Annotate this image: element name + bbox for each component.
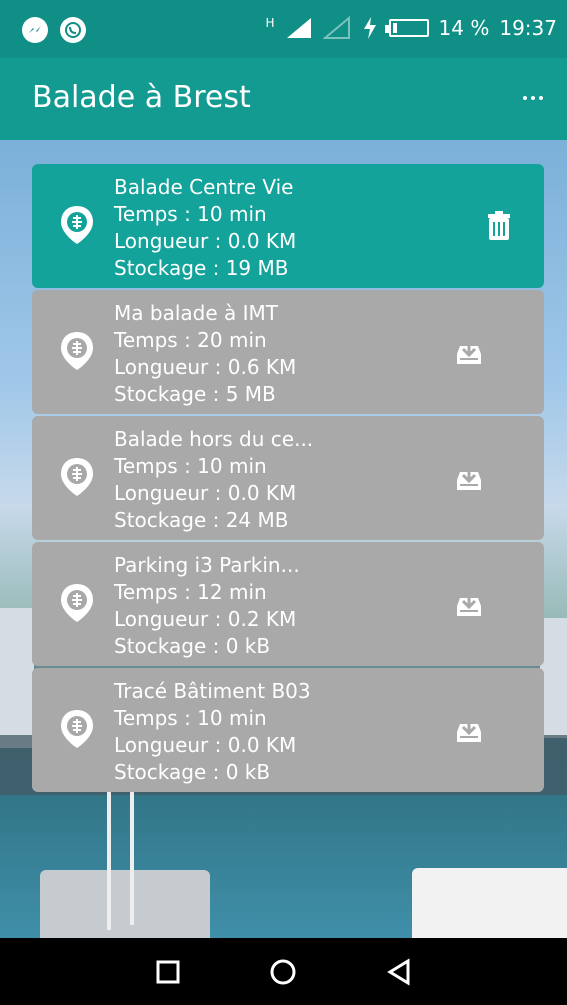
walk-card[interactable]: Tracé Bâtiment B03 Temps : 10 min Longue… <box>32 668 544 792</box>
signal-icon <box>286 18 311 38</box>
download-icon[interactable] <box>452 587 486 621</box>
trash-icon[interactable] <box>482 209 516 243</box>
notification-icons <box>22 17 86 43</box>
walk-info: Balade Centre Vie Temps : 10 min Longueu… <box>114 174 296 282</box>
walk-info: Parking i3 Parkin... Temps : 12 min Long… <box>114 552 300 660</box>
map-pin-icon <box>61 458 93 496</box>
messenger-icon <box>22 17 48 43</box>
map-pin-icon <box>61 710 93 748</box>
home-button[interactable] <box>261 950 305 994</box>
recent-apps-button[interactable] <box>146 950 190 994</box>
walk-length: Longueur : 0.2 KM <box>114 607 297 631</box>
walk-info: Tracé Bâtiment B03 Temps : 10 min Longue… <box>114 678 311 786</box>
menu-dot <box>523 96 527 100</box>
network-type-label: H <box>265 16 275 30</box>
menu-dot <box>539 96 543 100</box>
signal-empty-icon <box>322 16 350 39</box>
status-bar: H 14 % 19:37 <box>0 0 567 58</box>
walk-storage: Stockage : 24 MB <box>114 508 289 532</box>
triangle-back-icon <box>387 957 410 986</box>
map-pin-icon <box>61 206 93 244</box>
walk-name: Ma balade à IMT <box>114 301 278 325</box>
walk-duration: Temps : 12 min <box>114 580 267 604</box>
background-building <box>540 618 567 738</box>
walk-length: Longueur : 0.0 KM <box>114 733 297 757</box>
back-button[interactable] <box>377 950 421 994</box>
download-icon[interactable] <box>452 713 486 747</box>
background-photo: Balade Centre Vie Temps : 10 min Longueu… <box>0 140 567 938</box>
walk-storage: Stockage : 0 kB <box>114 760 271 784</box>
walk-storage: Stockage : 5 MB <box>114 382 276 406</box>
background-building <box>0 608 34 748</box>
system-nav-bar <box>0 938 567 1005</box>
battery-percent: 14 % <box>438 16 490 40</box>
walk-storage: Stockage : 0 kB <box>114 634 271 658</box>
page-title: Balade à Brest <box>32 80 251 115</box>
overflow-menu-button[interactable] <box>519 86 547 110</box>
boat-left <box>40 870 210 938</box>
walk-name: Balade Centre Vie <box>114 175 294 199</box>
walk-card[interactable]: Ma balade à IMT Temps : 20 min Longueur … <box>32 290 544 414</box>
menu-dot <box>531 96 535 100</box>
walk-info: Ma balade à IMT Temps : 20 min Longueur … <box>114 300 296 408</box>
walk-card[interactable]: Balade hors du ce... Temps : 10 min Long… <box>32 416 544 540</box>
walk-duration: Temps : 10 min <box>114 202 267 226</box>
map-pin-icon <box>61 584 93 622</box>
walk-storage: Stockage : 19 MB <box>114 256 289 280</box>
walk-name: Balade hors du ce... <box>114 427 314 451</box>
walk-name: Parking i3 Parkin... <box>114 553 300 577</box>
boat-right <box>412 868 567 938</box>
walk-duration: Temps : 20 min <box>114 328 267 352</box>
walk-name: Tracé Bâtiment B03 <box>114 679 311 703</box>
square-icon <box>156 960 180 983</box>
walk-duration: Temps : 10 min <box>114 454 267 478</box>
walk-duration: Temps : 10 min <box>114 706 267 730</box>
walk-length: Longueur : 0.0 KM <box>114 481 297 505</box>
download-icon[interactable] <box>452 461 486 495</box>
walk-length: Longueur : 0.0 KM <box>114 229 297 253</box>
walk-card[interactable]: Parking i3 Parkin... Temps : 12 min Long… <box>32 542 544 666</box>
app-bar: Balade à Brest <box>0 58 567 140</box>
map-pin-icon <box>61 332 93 370</box>
walk-card[interactable]: Balade Centre Vie Temps : 10 min Longueu… <box>32 164 544 288</box>
whatsapp-icon <box>60 17 86 43</box>
walk-info: Balade hors du ce... Temps : 10 min Long… <box>114 426 313 534</box>
circle-icon <box>270 959 296 984</box>
charging-icon <box>363 17 376 39</box>
download-icon[interactable] <box>452 335 486 369</box>
clock: 19:37 <box>499 16 557 40</box>
walk-length: Longueur : 0.6 KM <box>114 355 297 379</box>
battery-icon <box>384 19 429 37</box>
